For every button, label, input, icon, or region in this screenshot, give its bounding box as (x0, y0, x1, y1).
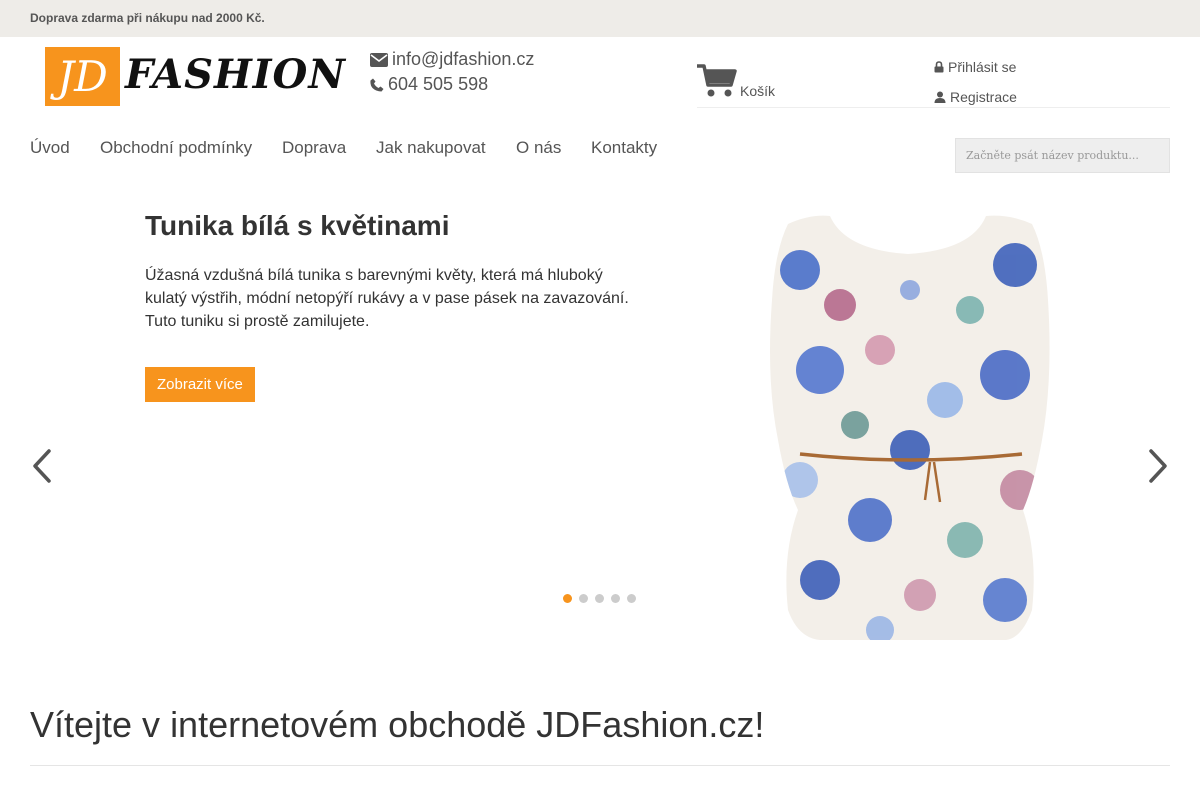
site-logo[interactable]: JD FASHION (45, 47, 345, 106)
chevron-right-icon[interactable] (1146, 448, 1170, 484)
slide-title: Tunika bílá s květinami (145, 210, 450, 241)
section-divider (30, 765, 1170, 766)
slide-indicator-3[interactable] (595, 594, 604, 603)
register-link[interactable]: Registrace (934, 89, 1017, 105)
logo-monogram: JD (45, 47, 120, 106)
header-divider (697, 107, 1170, 108)
contact-email-text: info@jdfashion.cz (392, 49, 535, 69)
nav-item-terms[interactable]: Obchodní podmínky (100, 138, 252, 158)
nav-item-how-to-buy[interactable]: Jak nakupovat (376, 138, 486, 158)
login-label: Přihlásit se (948, 59, 1017, 75)
top-info-bar: Doprava zdarma při nákupu nad 2000 Kč. (0, 0, 1200, 37)
nav-item-contacts[interactable]: Kontakty (591, 138, 657, 158)
slide-indicator-5[interactable] (627, 594, 636, 603)
product-image-tunic[interactable] (760, 210, 1060, 645)
phone-icon (370, 74, 388, 94)
slide-indicator-4[interactable] (611, 594, 620, 603)
envelope-icon (370, 49, 392, 69)
nav-item-about[interactable]: O nás (516, 138, 561, 158)
contact-email[interactable]: info@jdfashion.cz (370, 49, 534, 70)
nav-item-shipping[interactable]: Doprava (282, 138, 346, 158)
register-label: Registrace (950, 89, 1017, 105)
cart-icon[interactable] (697, 64, 737, 103)
slide-indicator-2[interactable] (579, 594, 588, 603)
contact-phone[interactable]: 604 505 598 (370, 74, 488, 95)
nav-item-home[interactable]: Úvod (30, 138, 70, 158)
show-more-button[interactable]: Zobrazit více (145, 367, 255, 402)
slide-indicator-1[interactable] (563, 594, 572, 603)
cart-link[interactable]: Košík (740, 83, 775, 99)
user-icon (934, 89, 950, 105)
free-shipping-notice: Doprava zdarma při nákupu nad 2000 Kč. (30, 11, 265, 25)
search-input[interactable] (955, 138, 1170, 173)
logo-wordmark: FASHION (125, 51, 346, 98)
chevron-left-icon[interactable] (30, 448, 54, 484)
lock-icon (934, 59, 948, 75)
contact-phone-text: 604 505 598 (388, 74, 489, 94)
login-link[interactable]: Přihlásit se (934, 59, 1016, 75)
slide-description: Úžasná vzdušná bílá tunika s barevnými k… (145, 267, 629, 330)
welcome-heading: Vítejte v internetovém obchodě JDFashion… (30, 704, 765, 745)
